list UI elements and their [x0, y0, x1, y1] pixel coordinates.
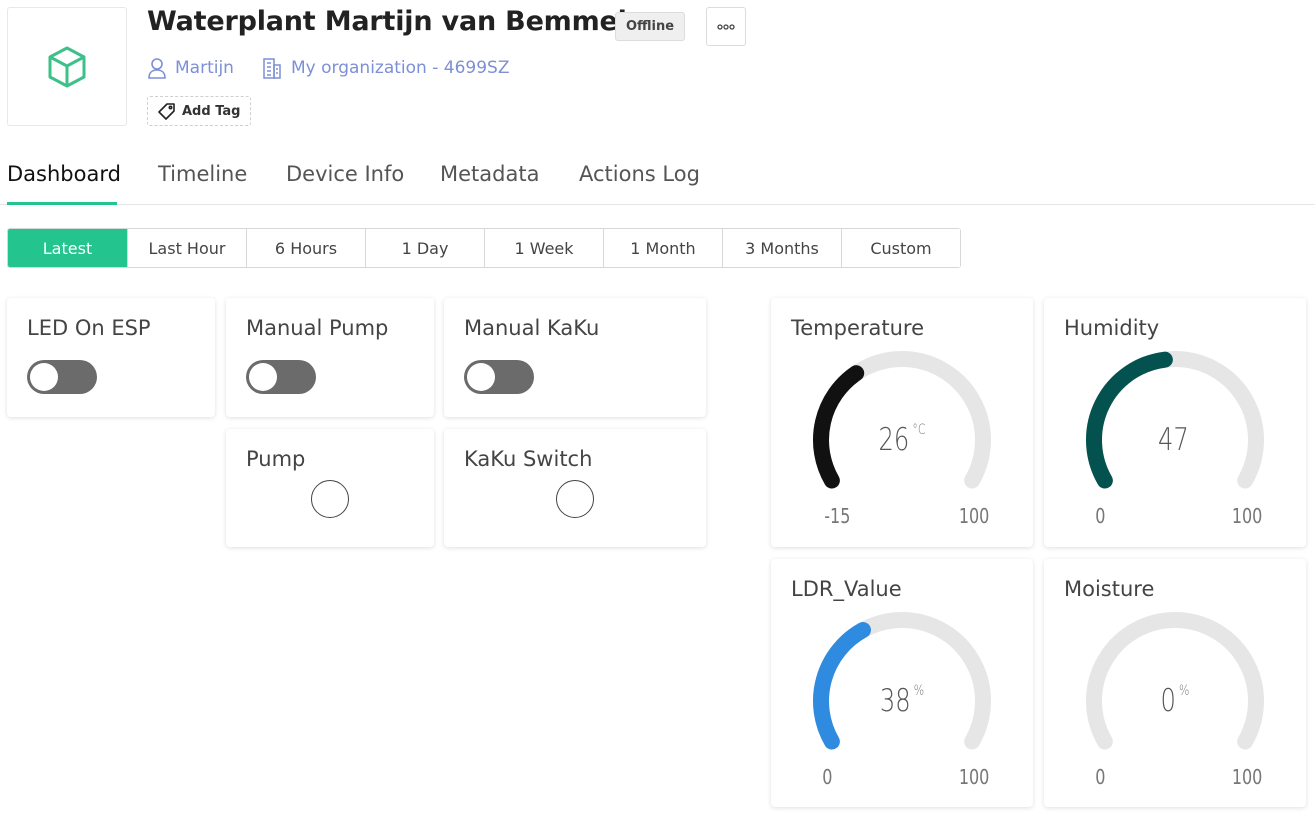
gauge-max-label: 100 — [1231, 504, 1263, 528]
gauge-value: 26 °C — [878, 422, 926, 458]
more-options-button[interactable] — [706, 7, 746, 46]
gauge-fill — [813, 622, 871, 750]
device-title: Waterplant Martijn van Bemmel — [147, 6, 627, 37]
time-range-selector: Latest Last Hour 6 Hours 1 Day 1 Week 1 … — [7, 228, 961, 268]
widget-title: Manual Pump — [246, 316, 389, 340]
active-tab-indicator — [7, 202, 117, 205]
range-6-hours[interactable]: 6 Hours — [246, 229, 365, 267]
device-image — [7, 7, 127, 126]
gauge-value: 38% — [879, 683, 925, 719]
gauge-max-label: 100 — [958, 765, 990, 789]
gauge-fill — [813, 365, 865, 489]
gauge-max-label: 100 — [1231, 765, 1263, 789]
range-3-months[interactable]: 3 Months — [722, 229, 841, 267]
range-latest[interactable]: Latest — [8, 229, 127, 267]
gauge-min-label: 0 — [1095, 504, 1106, 528]
manual-kaku-toggle[interactable] — [464, 360, 534, 394]
manual-pump-toggle[interactable] — [246, 360, 316, 394]
toggle-knob — [467, 363, 495, 391]
range-1-week[interactable]: 1 Week — [484, 229, 603, 267]
gauge-fill — [1086, 351, 1173, 489]
gauge-widget-temperature: Temperature 26 °C -15 100 — [771, 298, 1033, 547]
kaku-switch-led-indicator — [556, 480, 594, 518]
switch-widget-led-on-esp: LED On ESP — [7, 298, 215, 417]
tab-actions-log[interactable]: Actions Log — [579, 162, 700, 186]
gauge-max-label: 100 — [958, 504, 990, 528]
switch-widget-manual-kaku: Manual KaKu — [444, 298, 706, 417]
gauge-widget-ldr-value: LDR_Value 38% 0 100 — [771, 559, 1033, 807]
gauge-widget-humidity: Humidity 47 0 100 — [1044, 298, 1306, 547]
toggle-knob — [249, 363, 277, 391]
organization-link[interactable]: My organization - 4699SZ — [261, 57, 509, 79]
tab-metadata[interactable]: Metadata — [440, 162, 539, 186]
gauge-value: 0% — [1160, 683, 1190, 719]
owner-name: Martijn — [175, 58, 234, 78]
gauge-min-label: 0 — [822, 765, 833, 789]
status-badge: Offline — [615, 12, 686, 41]
led-widget-kaku-switch: KaKu Switch — [444, 429, 706, 547]
gauge-min-label: -15 — [824, 504, 851, 528]
widget-title: LED On ESP — [27, 316, 151, 340]
widget-title: KaKu Switch — [464, 447, 593, 471]
more-dots-icon — [717, 23, 735, 30]
gauge-min-label: 0 — [1095, 765, 1106, 789]
tab-bar: Dashboard Timeline Device Info Metadata … — [0, 150, 1315, 205]
tab-dashboard[interactable]: Dashboard — [7, 162, 121, 186]
tag-icon — [158, 103, 175, 120]
range-1-day[interactable]: 1 Day — [365, 229, 484, 267]
owner-link[interactable]: Martijn — [147, 57, 234, 79]
gauge-widget-moisture: Moisture 0% 0 100 — [1044, 559, 1306, 807]
toggle-knob — [30, 363, 58, 391]
range-custom[interactable]: Custom — [841, 229, 960, 267]
switch-widget-manual-pump: Manual Pump — [226, 298, 434, 417]
pump-led-indicator — [311, 480, 349, 518]
building-icon — [261, 57, 283, 79]
led-widget-pump: Pump — [226, 429, 434, 547]
cube-icon — [48, 46, 86, 87]
tab-timeline[interactable]: Timeline — [158, 162, 247, 186]
range-1-month[interactable]: 1 Month — [603, 229, 722, 267]
organization-name: My organization - 4699SZ — [291, 58, 510, 78]
user-icon — [147, 57, 167, 79]
widget-title: Manual KaKu — [464, 316, 600, 340]
led-on-esp-toggle[interactable] — [27, 360, 97, 394]
gauge-track — [1086, 612, 1264, 750]
widget-title: Pump — [246, 447, 306, 471]
add-tag-label: Add Tag — [182, 103, 241, 119]
tab-device-info[interactable]: Device Info — [286, 162, 404, 186]
range-last-hour[interactable]: Last Hour — [127, 229, 246, 267]
gauge-value: 47 — [1158, 422, 1189, 458]
add-tag-button[interactable]: Add Tag — [147, 96, 252, 126]
